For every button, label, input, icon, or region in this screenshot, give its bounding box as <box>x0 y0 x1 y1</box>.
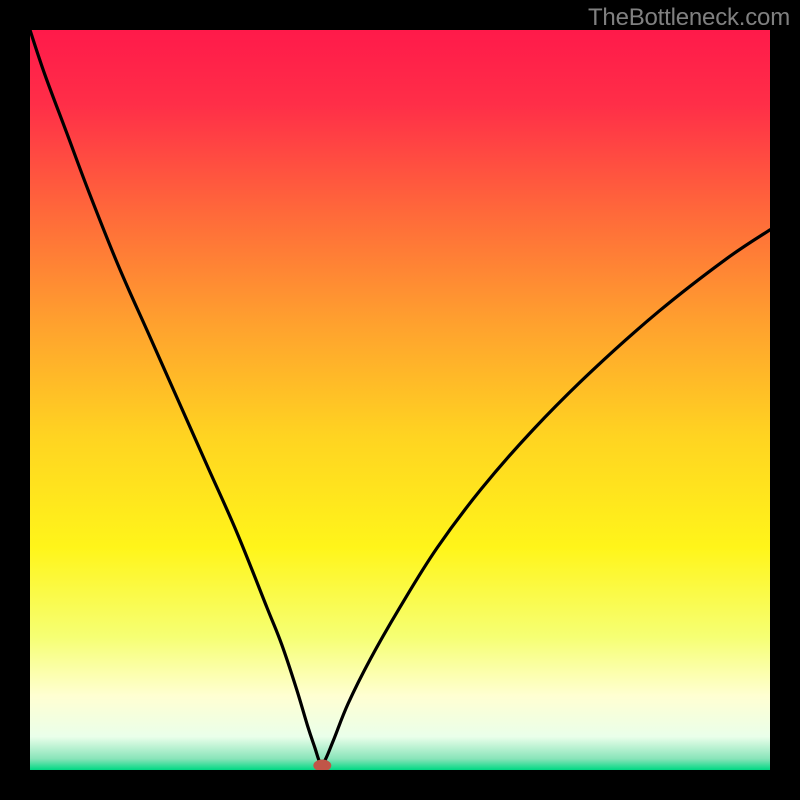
chart-svg <box>30 30 770 770</box>
watermark-text: TheBottleneck.com <box>588 4 790 32</box>
chart-frame: TheBottleneck.com <box>0 0 800 800</box>
gradient-background <box>30 30 770 770</box>
plot-area <box>30 30 770 770</box>
